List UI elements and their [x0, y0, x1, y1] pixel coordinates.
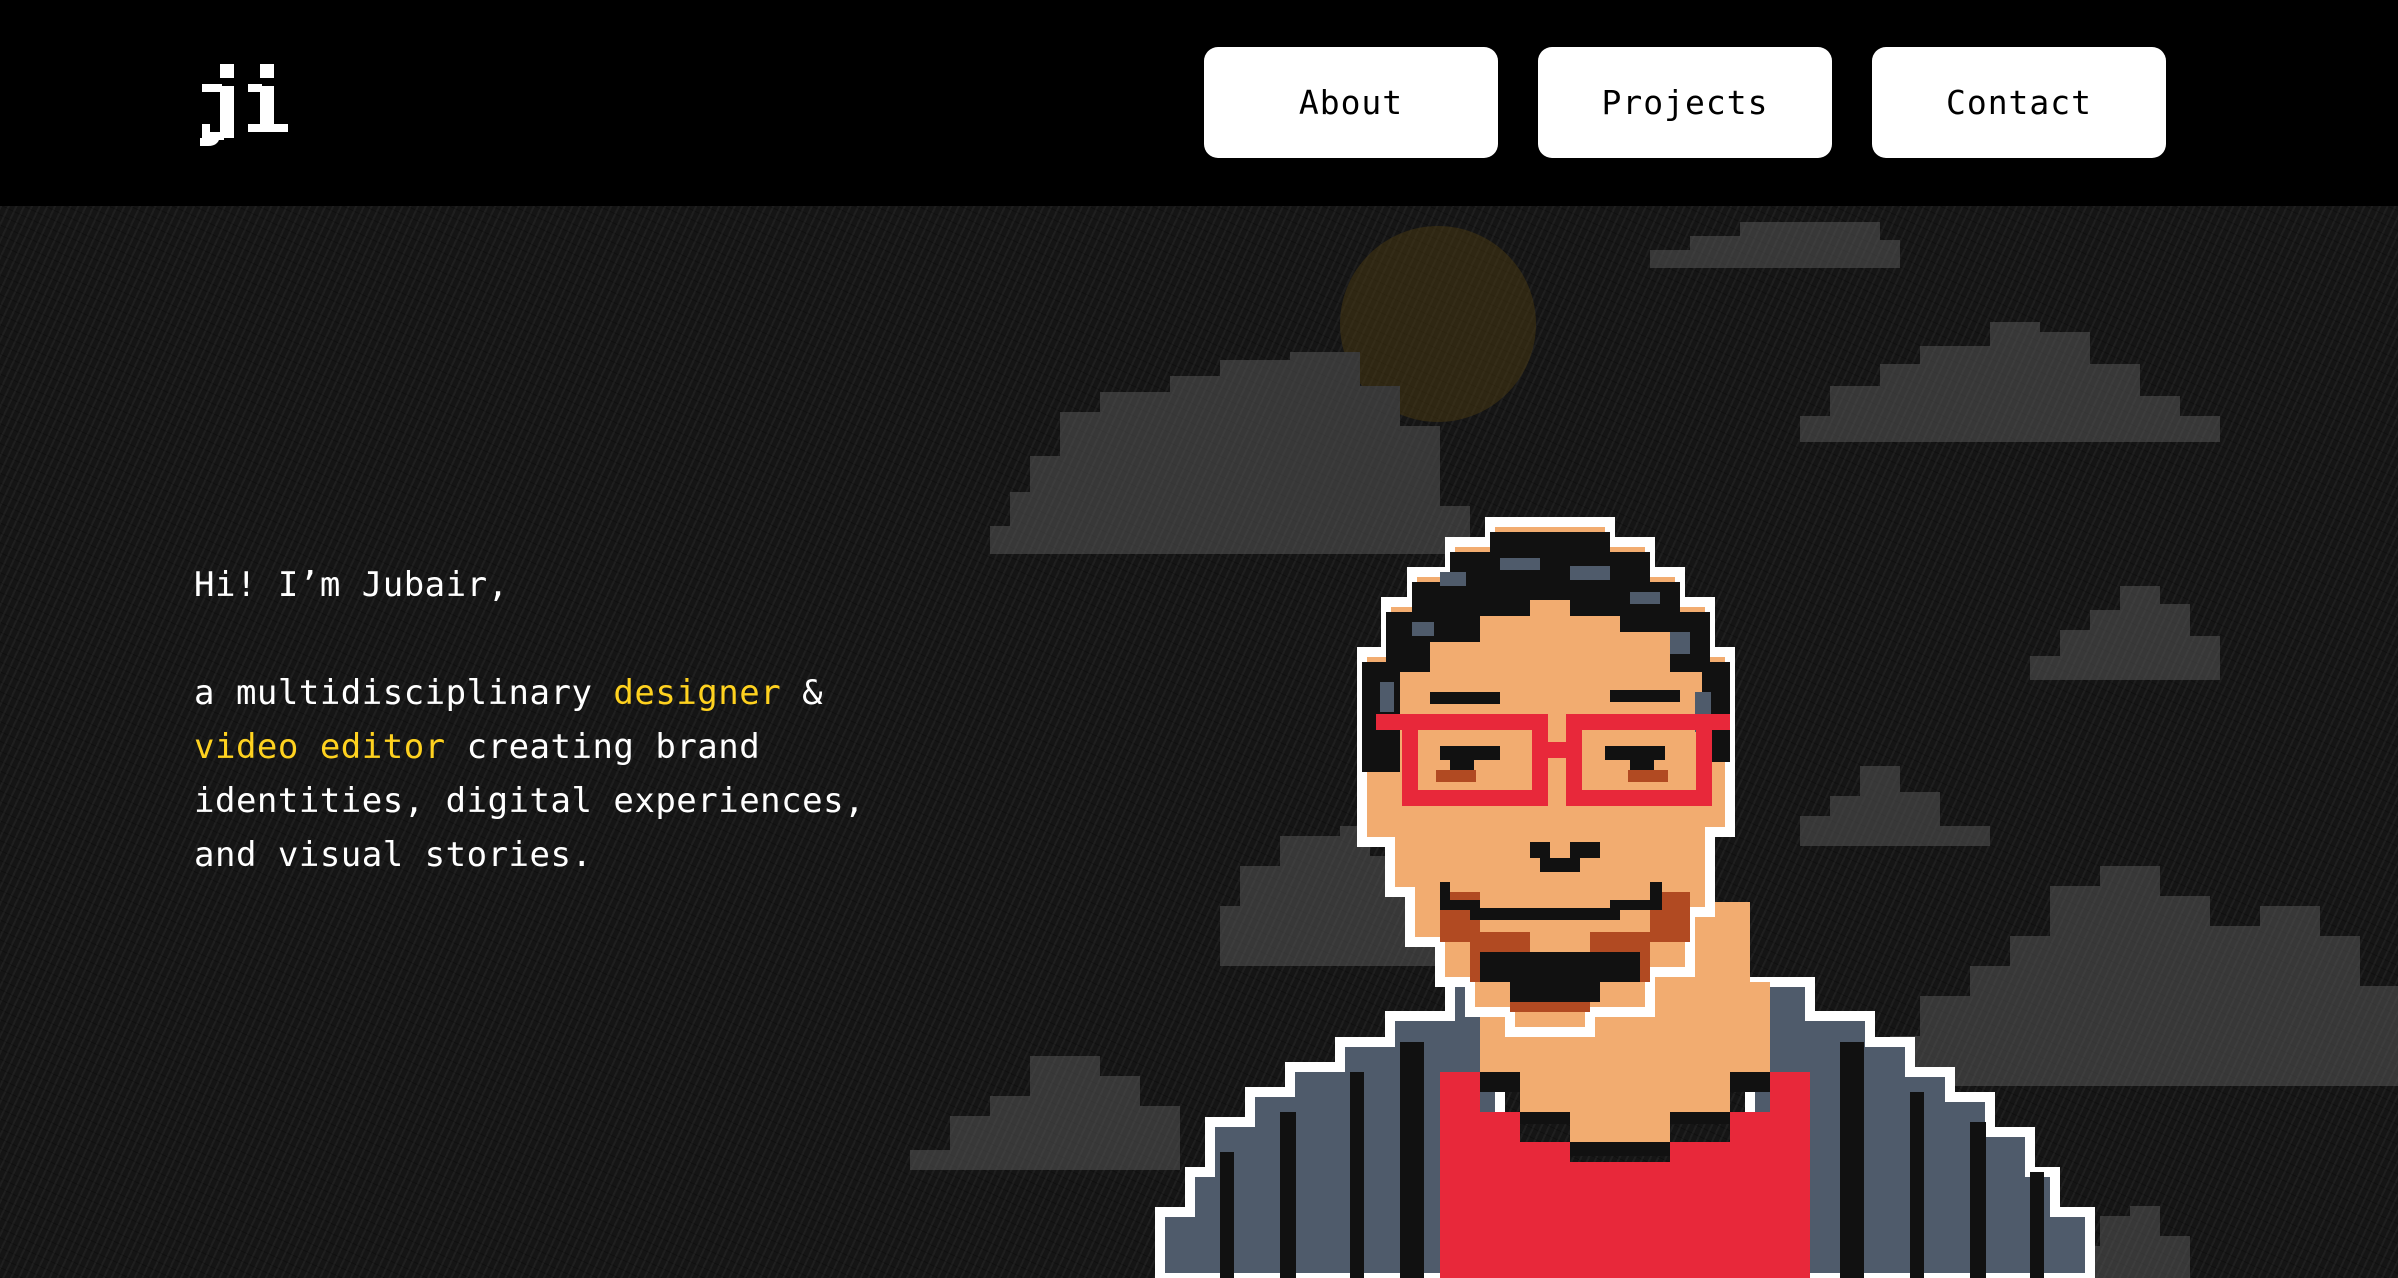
intro-text-block: Hi! I’m Jubair, a multidisciplinary desi…	[194, 558, 914, 882]
intro-description: a multidisciplinary designer & video edit…	[194, 666, 914, 882]
logo[interactable]	[196, 50, 306, 160]
site-header: About Projects Contact	[0, 0, 2398, 206]
greeting-text: Hi! I’m Jubair,	[194, 565, 509, 605]
logo-mark-icon	[200, 64, 288, 146]
highlight-video-editor: video editor	[194, 727, 446, 767]
desc-prefix: a multidisciplinary	[194, 673, 593, 713]
nav-about-button[interactable]: About	[1204, 47, 1498, 158]
nav-projects-button[interactable]: Projects	[1538, 47, 1832, 158]
pixel-cloud-icon	[1760, 322, 2220, 442]
highlight-designer: designer	[613, 673, 782, 713]
hero-section: Hi! I’m Jubair, a multidisciplinary desi…	[0, 206, 2398, 1278]
ampersand: &	[802, 673, 824, 713]
nav-contact-button[interactable]: Contact	[1872, 47, 2166, 158]
pixel-cloud-icon	[890, 1056, 1180, 1170]
pixel-art-self-portrait	[1155, 517, 2095, 1278]
pixel-cloud-icon	[1620, 222, 1900, 268]
